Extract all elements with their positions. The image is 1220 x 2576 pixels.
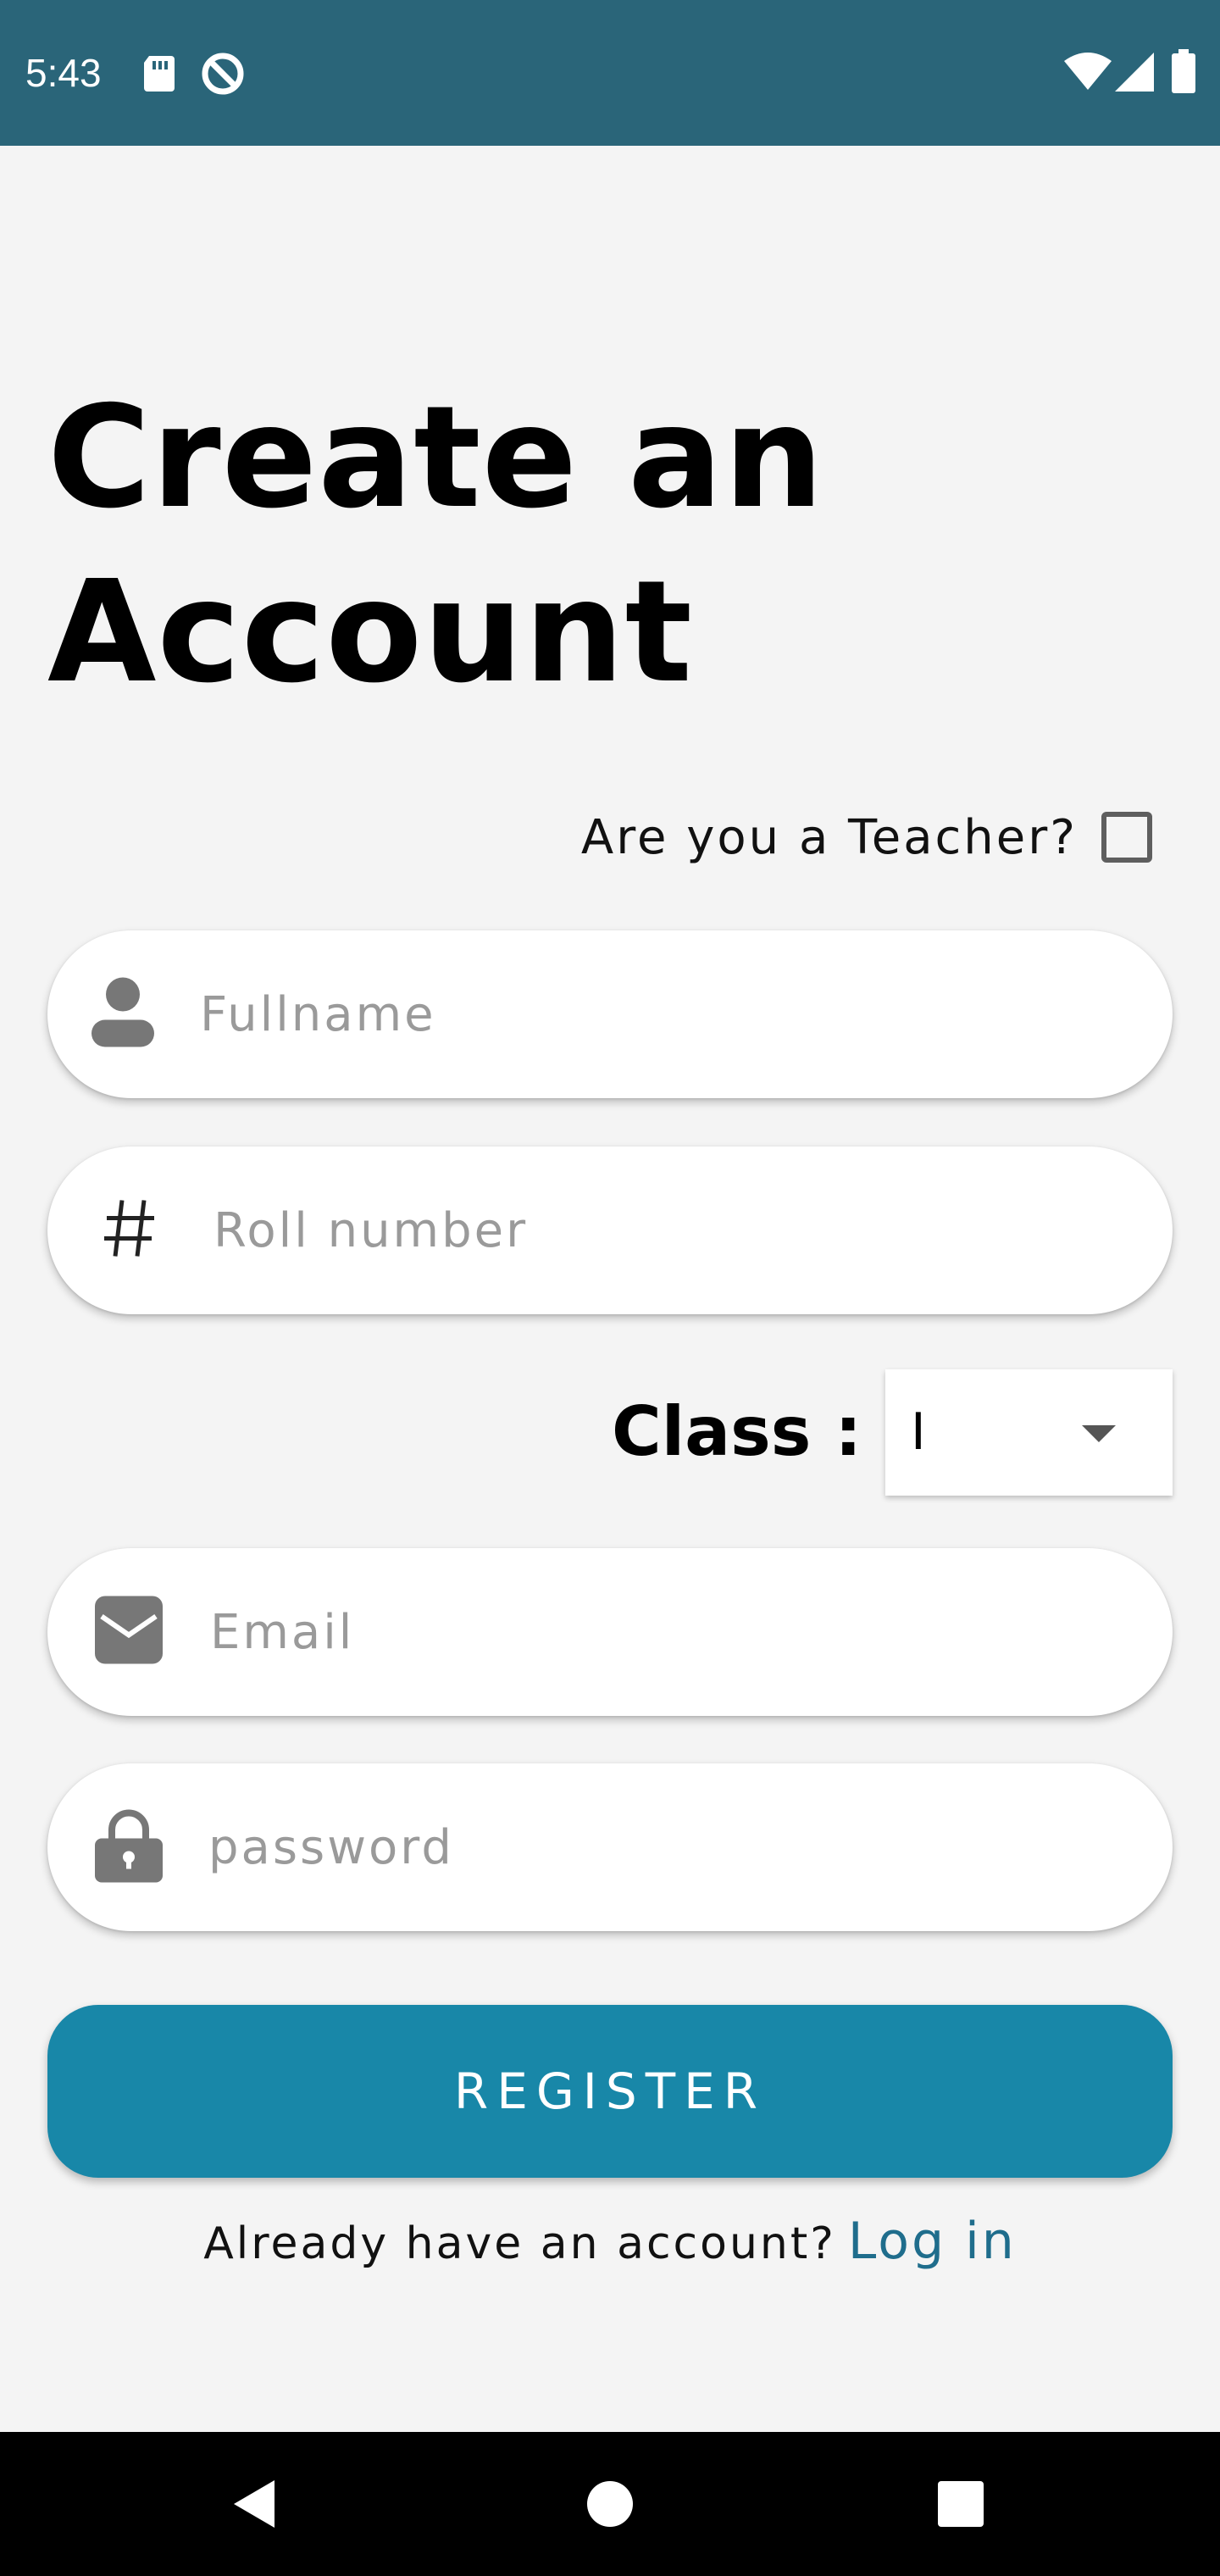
dropdown-arrow-icon	[1082, 1425, 1116, 1446]
lock-icon	[95, 1808, 163, 1887]
back-icon[interactable]	[186, 2432, 322, 2576]
battery-icon	[1171, 49, 1196, 97]
login-prompt: Already have an account?	[203, 2218, 836, 2269]
page-title: Create an Account	[47, 371, 1149, 720]
fullname-input[interactable]	[200, 930, 1122, 1098]
navigation-bar	[0, 2432, 1220, 2576]
teacher-row: Are you a Teacher?	[581, 807, 1152, 868]
roll-number-field[interactable]	[47, 1146, 1173, 1314]
status-bar: 5:43	[0, 0, 1220, 146]
login-prompt-row: Already have an account? Log in	[0, 2212, 1220, 2271]
class-label: Class :	[612, 1392, 862, 1471]
page-title-line2: Account	[47, 551, 694, 714]
sd-card-icon	[142, 54, 176, 97]
class-select[interactable]: I	[885, 1369, 1173, 1496]
hash-icon	[102, 1197, 158, 1264]
password-input[interactable]	[208, 1763, 1122, 1931]
teacher-label: Are you a Teacher?	[580, 809, 1078, 865]
roll-number-input[interactable]	[214, 1146, 1122, 1314]
teacher-checkbox[interactable]	[1101, 812, 1152, 863]
person-icon	[92, 976, 154, 1053]
mail-icon	[95, 1596, 163, 1668]
wifi-icon	[1064, 53, 1112, 94]
email-field[interactable]	[47, 1548, 1173, 1716]
login-link[interactable]: Log in	[848, 2212, 1017, 2271]
status-time: 5:43	[25, 51, 102, 95]
page-title-line1: Create an	[47, 376, 825, 540]
fullname-field[interactable]	[47, 930, 1173, 1098]
signal-icon	[1115, 53, 1154, 96]
class-selected-value: I	[911, 1402, 926, 1462]
recents-icon[interactable]	[893, 2432, 1029, 2576]
password-field[interactable]	[47, 1763, 1173, 1931]
register-button[interactable]: REGISTER	[47, 2005, 1173, 2178]
home-icon[interactable]	[542, 2432, 678, 2576]
register-screen: 5:43 Create an Account Are you a Teacher…	[0, 0, 1220, 2576]
email-input[interactable]	[210, 1548, 1122, 1716]
data-saver-icon	[200, 51, 246, 101]
